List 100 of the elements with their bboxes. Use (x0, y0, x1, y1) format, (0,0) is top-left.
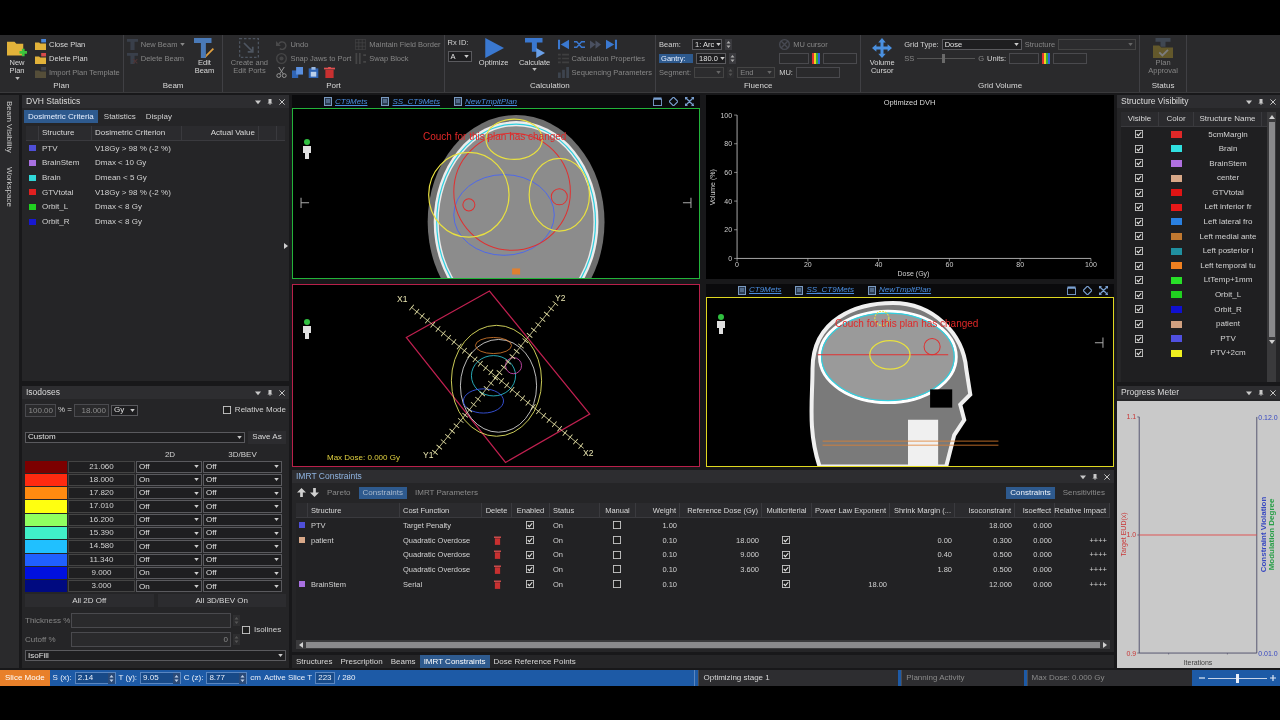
minus-icon[interactable] (1198, 675, 1205, 681)
dropdown[interactable]: Off (203, 460, 282, 473)
tab[interactable]: IMRT Constraints (419, 655, 490, 668)
checkbox[interactable] (613, 580, 621, 589)
tab[interactable]: Dosimetric Criteria (24, 110, 98, 123)
window-icon[interactable] (1067, 285, 1076, 295)
checkbox[interactable] (526, 565, 534, 574)
color-swatch-icon[interactable] (25, 580, 67, 593)
table-cell[interactable]: 3.000 (68, 580, 135, 593)
window-icon[interactable] (653, 97, 662, 106)
number-field[interactable]: 8.77 (206, 672, 248, 684)
plus-icon[interactable] (1270, 675, 1276, 681)
dropdown[interactable]: Off (203, 513, 282, 526)
color-swatch-icon[interactable] (1171, 145, 1182, 153)
checkbox[interactable] (1135, 203, 1143, 212)
close-icon[interactable] (1270, 98, 1276, 105)
dropdown[interactable]: Off (136, 500, 202, 513)
scrollbar-thumb[interactable] (1268, 122, 1275, 337)
dropdown[interactable]: Off (203, 527, 282, 540)
table-cell[interactable]: 14.580 (68, 540, 135, 553)
table-cell[interactable]: 11.340 (68, 553, 135, 566)
all-2d-off-button[interactable]: All 2D Off (25, 593, 154, 607)
scrollbar-thumb[interactable] (306, 641, 1100, 648)
expand-icon[interactable] (685, 97, 694, 106)
skip-back-icon[interactable] (557, 38, 569, 50)
dropdown[interactable]: Off (203, 487, 282, 500)
view-tab[interactable]: Constraints (1006, 486, 1055, 499)
dataset-link[interactable]: NewTmpltPlan (868, 285, 932, 295)
checkbox[interactable] (1135, 217, 1143, 226)
dropdown-caret-icon[interactable] (1246, 389, 1252, 396)
dropdown[interactable]: Custom (25, 431, 245, 443)
checkbox[interactable] (782, 536, 790, 545)
dataset-link[interactable]: CT9Mets (324, 96, 368, 107)
pin-icon[interactable] (267, 98, 273, 105)
pin-icon[interactable] (1258, 389, 1264, 396)
checkbox[interactable] (1135, 188, 1143, 197)
color-swatch-icon[interactable] (1171, 218, 1182, 226)
dropdown-caret-icon[interactable] (255, 98, 261, 105)
side-tab[interactable]: Beam Visibility (4, 99, 15, 155)
color-swatch-icon[interactable] (25, 473, 67, 487)
column-header[interactable]: Actual Value (182, 126, 259, 140)
color-swatch-icon[interactable] (1171, 189, 1182, 197)
dropdown[interactable]: Off (203, 580, 282, 593)
checkbox[interactable] (1135, 130, 1143, 139)
color-swatch-icon[interactable] (1171, 305, 1182, 313)
dropdown-caret-icon[interactable] (1246, 98, 1252, 105)
input-field[interactable] (71, 612, 231, 628)
checkbox[interactable] (782, 580, 790, 589)
close-icon[interactable] (1104, 473, 1110, 480)
checkbox[interactable] (1135, 232, 1143, 241)
checkbox[interactable] (1135, 276, 1143, 285)
color-swatch-icon[interactable] (1171, 276, 1182, 284)
color-swatch-icon[interactable] (1171, 335, 1182, 343)
color-swatch-icon[interactable] (25, 566, 67, 580)
clipboard-icon[interactable] (308, 66, 320, 78)
table-cell[interactable]: 9.000 (68, 566, 135, 580)
close-icon[interactable] (279, 98, 285, 105)
dropdown[interactable]: Off (136, 540, 202, 553)
scroll-down-icon[interactable] (1268, 340, 1275, 344)
spinner-icon[interactable] (172, 672, 180, 684)
checkbox[interactable] (222, 406, 231, 414)
color-swatch-icon[interactable] (1171, 130, 1182, 138)
spinner-icon[interactable] (107, 672, 115, 684)
spinner-icon[interactable] (725, 39, 733, 50)
trash-icon[interactable] (493, 535, 501, 545)
tab[interactable]: Prescription (336, 655, 387, 668)
table-cell[interactable]: 18.000 (68, 473, 135, 487)
checkbox[interactable] (1135, 290, 1143, 299)
vertical-scrollbar[interactable] (1267, 112, 1276, 382)
spinner-icon[interactable] (729, 53, 737, 64)
diamond-icon[interactable] (1083, 285, 1092, 295)
table-cell[interactable]: 21.060 (68, 460, 135, 473)
expand-icon[interactable] (1099, 285, 1108, 295)
table-cell[interactable]: 16.200 (68, 513, 135, 526)
save-as-button[interactable]: Save As (248, 430, 286, 444)
dropdown[interactable]: On (136, 566, 202, 580)
checkbox[interactable] (782, 565, 790, 574)
pin-icon[interactable] (1092, 473, 1098, 480)
checkbox[interactable] (1135, 305, 1143, 314)
tab[interactable]: Statistics (99, 110, 140, 123)
spinner-icon[interactable] (239, 672, 247, 684)
color-swatch-icon[interactable] (25, 500, 67, 513)
checkbox[interactable] (613, 550, 621, 559)
checkbox[interactable] (526, 536, 534, 545)
trash-icon[interactable] (324, 66, 336, 78)
color-swatch-icon[interactable] (1171, 232, 1182, 240)
trash-icon[interactable] (493, 564, 501, 574)
dropdown[interactable]: IsoFill (25, 649, 286, 661)
scroll-right-icon[interactable] (1103, 641, 1107, 648)
checkbox[interactable] (613, 565, 621, 574)
dropdown-caret-icon[interactable] (255, 389, 261, 396)
checkbox[interactable] (1135, 144, 1143, 153)
checkbox[interactable] (242, 625, 250, 634)
color-swatch-icon[interactable] (25, 513, 67, 526)
dataset-link[interactable]: CT9Mets (738, 285, 782, 295)
tab[interactable]: Beams (386, 655, 420, 668)
checkbox[interactable] (782, 550, 790, 559)
dropdown[interactable]: Off (203, 473, 282, 487)
color-swatch-icon[interactable] (1171, 160, 1182, 167)
dataset-link[interactable]: NewTmpltPlan (454, 96, 518, 107)
